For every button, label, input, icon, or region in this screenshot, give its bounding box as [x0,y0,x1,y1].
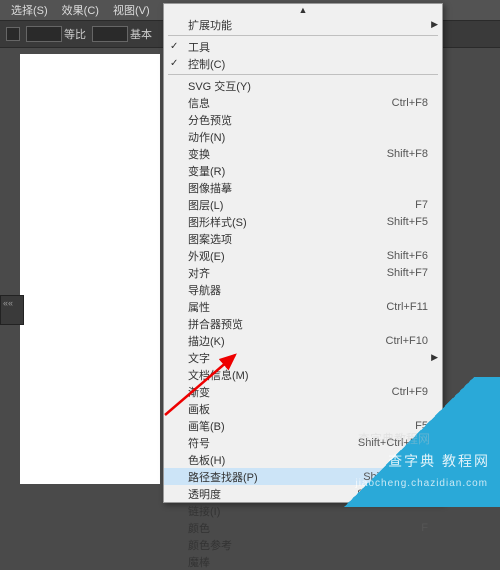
menu-item[interactable]: ✓ 工具 [164,38,442,55]
menu-item-label: 描边(K) [188,333,386,349]
panel-collapse-icon[interactable]: «« [1,296,23,310]
menu-view[interactable]: 视图(V) [106,0,157,20]
toolbar-label-2: 基本 [130,26,152,42]
menu-item-shortcut: F [421,522,428,534]
menu-item-label: 分色预览 [188,112,428,128]
toolbar-input-2[interactable] [92,26,128,42]
menu-item[interactable]: 分色预览 [164,111,442,128]
menu-item[interactable]: 图案选项 [164,230,442,247]
menu-item-label: 工具 [188,39,428,55]
menu-item-shortcut: F7 [415,199,428,211]
menu-item-label: 图像描摹 [188,180,428,196]
toolbar-field-1: 等比 [26,26,86,42]
submenu-arrow-icon: ▶ [431,19,438,30]
toolbar-swatch[interactable] [6,27,20,41]
watermark-url: jiaocheng.chazidian.com [355,478,488,489]
menu-item-shortcut: Ctrl+F8 [392,97,428,109]
menu-item[interactable]: 导航器 [164,281,442,298]
menu-select[interactable]: 选择(S) [4,0,55,20]
toolbar-field-2: 基本 [92,26,152,42]
menu-item-label: 图形样式(S) [188,214,387,230]
watermark-text: 查字典 教程网 [388,451,490,471]
menu-item-label: SVG 交互(Y) [188,78,428,94]
menu-item-label: 变换 [188,146,387,162]
menu-separator [168,74,438,75]
menu-item-label: 扩展功能 [188,17,428,33]
submenu-arrow-icon: ▶ [431,352,438,363]
scroll-up-arrow-icon[interactable]: ▲ [164,4,442,16]
menu-item-shortcut: Shift+F8 [387,148,428,160]
toolbar-label-1: 等比 [64,26,86,42]
menu-item[interactable]: 描边(K)Ctrl+F10 [164,332,442,349]
menu-item-label: 颜色参考 [188,537,428,553]
menu-item[interactable]: 图层(L)F7 [164,196,442,213]
menu-separator [168,35,438,36]
menu-item-shortcut: Shift+F5 [387,216,428,228]
menu-item[interactable]: 颜色参考 [164,536,442,553]
menu-item[interactable]: 变量(R) [164,162,442,179]
menu-item-label: 对齐 [188,265,387,281]
menu-item-label: 颜色 [188,520,421,536]
menu-item[interactable]: 外观(E)Shift+F6 [164,247,442,264]
canvas-area[interactable] [20,54,160,484]
menu-item[interactable]: 变换Shift+F8 [164,145,442,162]
menu-item[interactable]: 信息Ctrl+F8 [164,94,442,111]
menu-item-label: 动作(N) [188,129,428,145]
menu-item-label: 魔棒 [188,554,428,570]
collapsed-panel[interactable]: «« [0,295,24,325]
menu-item-label: 控制(C) [188,56,428,72]
menu-item-label: 拼合器预览 [188,316,428,332]
menu-item[interactable]: 图像描摹 [164,179,442,196]
menu-item[interactable]: 图形样式(S)Shift+F5 [164,213,442,230]
menu-item[interactable]: 文字▶ [164,349,442,366]
menu-item[interactable]: 动作(N) [164,128,442,145]
check-icon: ✓ [170,41,178,52]
menu-item-label: 图层(L) [188,197,415,213]
menu-item-label: 图案选项 [188,231,428,247]
menu-item[interactable]: 属性Ctrl+F11 [164,298,442,315]
menu-item-label: 文字 [188,350,428,366]
menu-item-label: 属性 [188,299,386,315]
menu-item[interactable]: 魔棒 [164,553,442,570]
menu-item[interactable]: SVG 交互(Y) [164,77,442,94]
menu-item[interactable]: 颜色F [164,519,442,536]
menu-item-label: 导航器 [188,282,428,298]
menu-item-label: 外观(E) [188,248,387,264]
menu-item-label: 信息 [188,95,392,111]
menu-item-label: 变量(R) [188,163,428,179]
menu-item-shortcut: Ctrl+F11 [386,301,428,313]
menu-item[interactable]: ✓ 控制(C) [164,55,442,72]
menu-item[interactable]: 拼合器预览 [164,315,442,332]
menu-item[interactable]: 扩展功能▶ [164,16,442,33]
menu-item-shortcut: Shift+F6 [387,250,428,262]
menu-item-shortcut: Shift+F7 [387,267,428,279]
menu-item[interactable]: 对齐Shift+F7 [164,264,442,281]
menu-effect[interactable]: 效果(C) [55,0,106,20]
check-icon: ✓ [170,58,178,69]
toolbar-input-1[interactable] [26,26,62,42]
watermark-ghost: 查字典教程网 [358,430,430,447]
menu-item-shortcut: Ctrl+F10 [386,335,429,347]
